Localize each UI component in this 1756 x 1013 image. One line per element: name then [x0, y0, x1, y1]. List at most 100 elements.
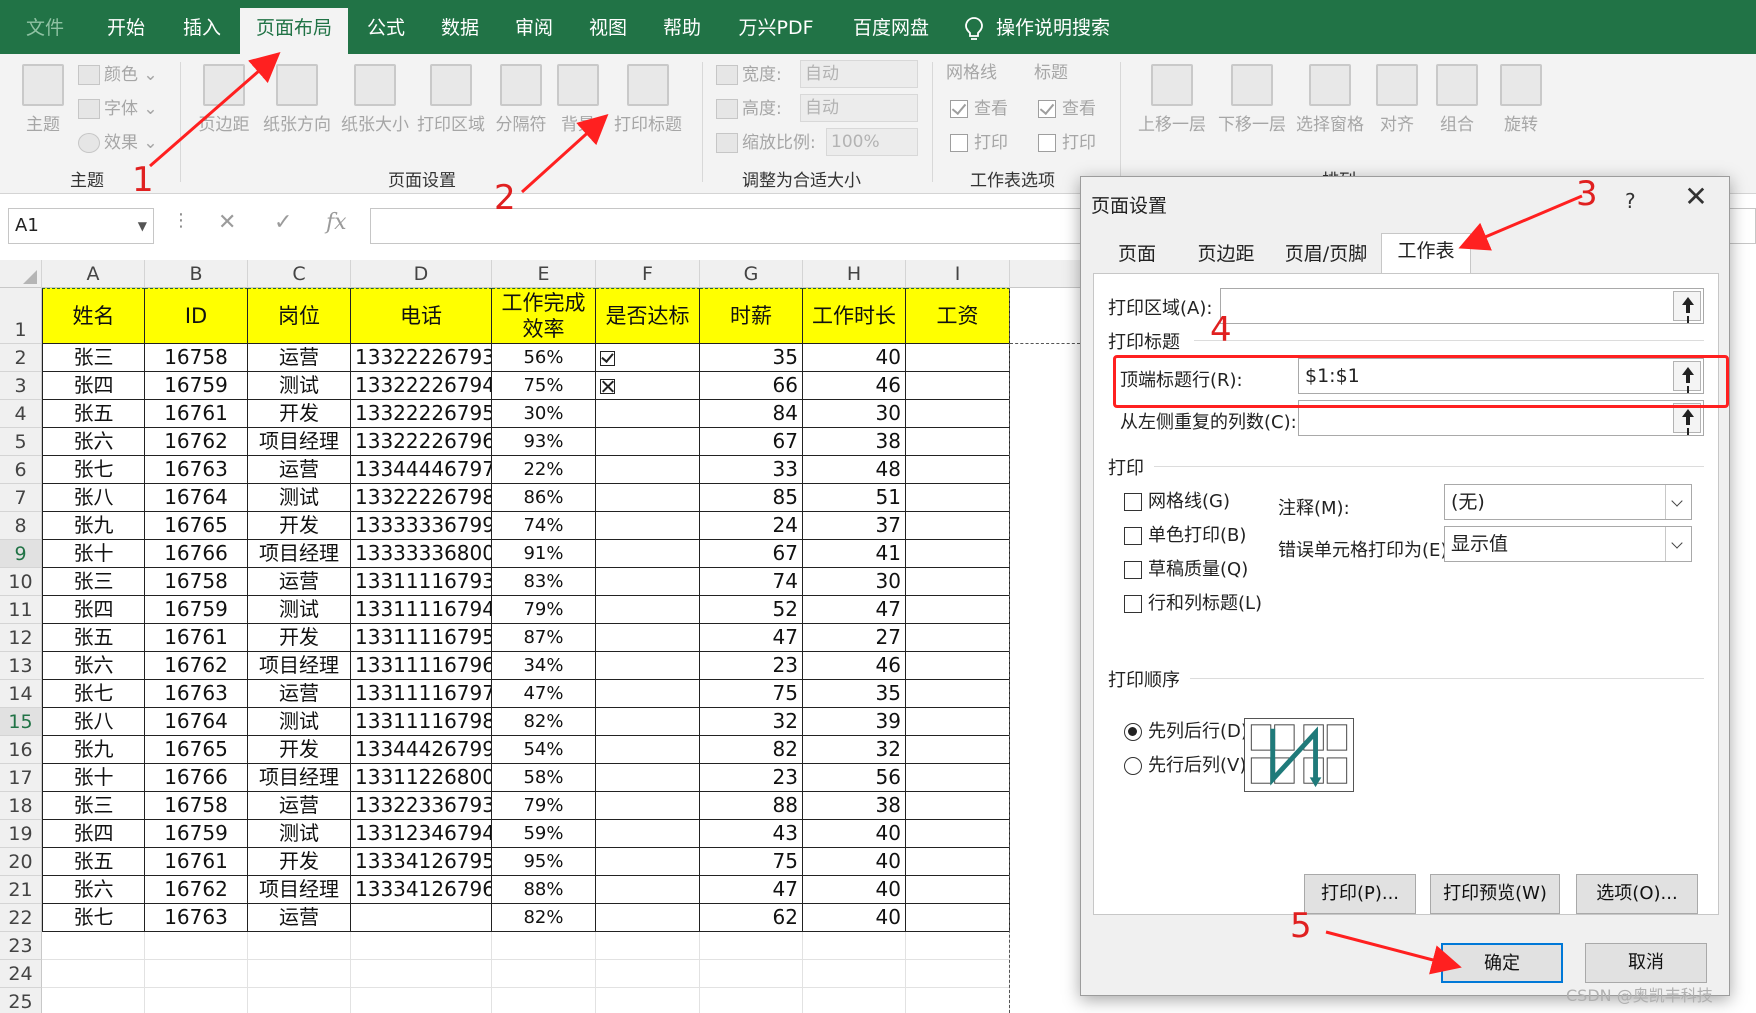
table-cell[interactable]: 张三 — [42, 568, 145, 596]
table-cell[interactable] — [906, 596, 1010, 624]
align-button[interactable]: 对齐 — [1374, 64, 1420, 135]
table-cell[interactable]: 67 — [700, 540, 803, 568]
row-header[interactable]: 6 — [0, 456, 42, 484]
cancel-icon[interactable]: ✕ — [218, 210, 236, 235]
empty-cell[interactable] — [906, 988, 1010, 1013]
table-cell[interactable]: 测试 — [248, 372, 351, 400]
table-cell[interactable]: 13322226795 — [351, 400, 492, 428]
empty-cell[interactable] — [803, 988, 906, 1013]
table-cell[interactable]: 16765 — [145, 512, 248, 540]
table-cell[interactable]: 79% — [492, 596, 596, 624]
table-cell[interactable] — [596, 708, 700, 736]
table-cell[interactable]: 33 — [700, 456, 803, 484]
table-cell[interactable] — [906, 624, 1010, 652]
table-cell[interactable]: 13311116793 — [351, 568, 492, 596]
tab-home[interactable]: 开始 — [90, 8, 162, 54]
table-cell[interactable] — [596, 876, 700, 904]
empty-cell[interactable] — [351, 988, 492, 1013]
row-header[interactable]: 2 — [0, 344, 42, 372]
help-icon[interactable]: ? — [1625, 189, 1636, 213]
header-cell[interactable]: 姓名 — [42, 288, 145, 344]
table-cell[interactable] — [596, 792, 700, 820]
close-icon[interactable]: ✕ — [1681, 183, 1711, 213]
empty-cell[interactable] — [700, 960, 803, 988]
row-header[interactable]: 13 — [0, 652, 42, 680]
headings-print-checkbox[interactable]: 打印 — [1038, 130, 1096, 156]
table-cell[interactable]: 张四 — [42, 596, 145, 624]
select-all-button[interactable] — [0, 260, 42, 288]
table-cell[interactable]: 84 — [700, 400, 803, 428]
scale-spinner[interactable]: 100% — [826, 128, 918, 156]
table-cell[interactable]: 39 — [803, 708, 906, 736]
table-cell[interactable]: 张六 — [42, 652, 145, 680]
table-cell[interactable]: 开发 — [248, 848, 351, 876]
row-header[interactable]: 3 — [0, 372, 42, 400]
table-cell[interactable]: 13344426799 — [351, 736, 492, 764]
tell-me-search[interactable]: 操作说明搜索 — [996, 8, 1146, 54]
table-cell[interactable]: 82 — [700, 736, 803, 764]
empty-cell[interactable] — [492, 932, 596, 960]
empty-cell[interactable] — [42, 932, 145, 960]
table-cell[interactable]: 开发 — [248, 400, 351, 428]
table-cell[interactable]: 87% — [492, 624, 596, 652]
table-cell[interactable]: 13312346794 — [351, 820, 492, 848]
bring-forward-button[interactable]: 上移一层 — [1134, 64, 1210, 135]
theme-effects-button[interactable]: 效果 ⌄ — [78, 130, 158, 156]
table-cell[interactable]: 开发 — [248, 736, 351, 764]
table-cell[interactable]: 88 — [700, 792, 803, 820]
table-cell[interactable]: 24 — [700, 512, 803, 540]
table-cell[interactable]: 75 — [700, 848, 803, 876]
table-cell[interactable] — [596, 484, 700, 512]
header-cell[interactable]: ID — [145, 288, 248, 344]
empty-cell[interactable] — [145, 960, 248, 988]
table-cell[interactable]: 91% — [492, 540, 596, 568]
table-cell[interactable]: 16762 — [145, 876, 248, 904]
table-cell[interactable]: 张五 — [42, 848, 145, 876]
empty-cell[interactable] — [248, 960, 351, 988]
table-cell[interactable]: 48 — [803, 456, 906, 484]
chevron-down-icon[interactable]: ▼ — [138, 209, 147, 243]
table-cell[interactable]: 13333336800 — [351, 540, 492, 568]
tab-formulas[interactable]: 公式 — [350, 8, 422, 54]
draft-quality-checkbox[interactable]: 草稿质量(Q) — [1124, 558, 1248, 582]
table-cell[interactable]: 13311226800 — [351, 764, 492, 792]
table-cell[interactable]: 运营 — [248, 680, 351, 708]
table-cell[interactable] — [596, 680, 700, 708]
empty-cell[interactable] — [42, 960, 145, 988]
table-cell[interactable]: 88% — [492, 876, 596, 904]
table-cell[interactable]: 35 — [803, 680, 906, 708]
empty-cell[interactable] — [42, 988, 145, 1013]
table-cell[interactable] — [906, 792, 1010, 820]
row-header[interactable]: 1 — [0, 288, 42, 344]
table-cell[interactable] — [906, 904, 1010, 932]
table-cell[interactable]: 16762 — [145, 652, 248, 680]
column-header[interactable]: C — [248, 260, 351, 288]
table-cell[interactable]: 测试 — [248, 484, 351, 512]
send-backward-button[interactable]: 下移一层 — [1214, 64, 1290, 135]
table-cell[interactable] — [906, 708, 1010, 736]
table-cell[interactable] — [596, 624, 700, 652]
table-cell[interactable] — [596, 820, 700, 848]
table-cell[interactable]: 运营 — [248, 792, 351, 820]
empty-cell[interactable] — [492, 988, 596, 1013]
table-cell[interactable]: 22% — [492, 456, 596, 484]
print-titles-button[interactable]: 打印标题 — [608, 64, 688, 135]
row-header[interactable]: 10 — [0, 568, 42, 596]
print-area-button[interactable]: 打印区域 — [412, 64, 490, 135]
row-header[interactable]: 14 — [0, 680, 42, 708]
table-cell[interactable]: 运营 — [248, 568, 351, 596]
print-area-input[interactable] — [1220, 288, 1704, 324]
empty-cell[interactable] — [803, 960, 906, 988]
table-cell[interactable] — [596, 848, 700, 876]
table-cell[interactable]: 83% — [492, 568, 596, 596]
empty-cell[interactable] — [906, 932, 1010, 960]
table-cell[interactable]: 74% — [492, 512, 596, 540]
empty-cell[interactable] — [700, 932, 803, 960]
name-box[interactable]: A1 ▼ — [8, 208, 154, 244]
table-cell[interactable]: 开发 — [248, 512, 351, 540]
table-cell[interactable]: 测试 — [248, 596, 351, 624]
table-cell[interactable]: 16761 — [145, 624, 248, 652]
table-cell[interactable]: 40 — [803, 904, 906, 932]
table-cell[interactable]: 41 — [803, 540, 906, 568]
cancel-button[interactable]: 取消 — [1585, 943, 1707, 983]
